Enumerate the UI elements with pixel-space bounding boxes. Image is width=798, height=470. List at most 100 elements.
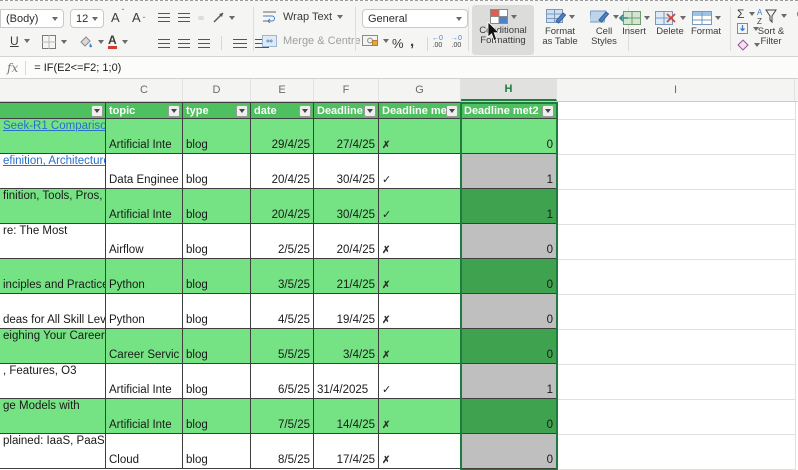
cell[interactable]: 6/5/25 <box>251 364 314 399</box>
table-header-cell[interactable]: topic <box>106 102 183 119</box>
cell[interactable]: Airflow <box>106 224 183 259</box>
align-center-icon[interactable] <box>178 39 190 48</box>
filter-dropdown-button[interactable] <box>236 105 248 117</box>
title-cell[interactable]: Seek-R1 Comparison, <box>0 119 106 154</box>
cell[interactable]: 8/5/25 <box>251 434 314 469</box>
cell[interactable]: 1 <box>461 154 557 189</box>
cell[interactable]: blog <box>183 119 251 154</box>
cell[interactable]: 0 <box>461 329 557 364</box>
align-bottom-button[interactable] <box>198 16 204 20</box>
delete-cells-button[interactable]: Delete <box>650 11 690 37</box>
title-cell[interactable]: , Features, O3 <box>0 364 106 399</box>
cell[interactable]: 2/5/25 <box>251 224 314 259</box>
cell[interactable]: 5/5/25 <box>251 329 314 364</box>
cell[interactable]: 20/4/25 <box>251 189 314 224</box>
cell[interactable]: 0 <box>461 224 557 259</box>
table-header-cell[interactable] <box>0 102 106 119</box>
cell[interactable]: ✗ <box>379 119 461 154</box>
shrink-font-button[interactable]: A ˇ <box>132 10 145 25</box>
title-cell[interactable]: re: The Most <box>0 224 106 259</box>
cell[interactable]: ✗ <box>379 294 461 329</box>
cell[interactable]: ✓ <box>379 364 461 399</box>
filter-dropdown-button[interactable] <box>299 105 311 117</box>
cell[interactable]: ✓ <box>379 154 461 189</box>
filter-dropdown-button[interactable] <box>542 105 554 117</box>
filter-dropdown-button[interactable] <box>91 105 103 117</box>
formula-input[interactable]: = IF(E2<=F2; 1;0) <box>34 62 121 74</box>
align-right-icon[interactable] <box>198 39 210 48</box>
title-cell[interactable]: deas for All Skill Levels <box>0 294 106 329</box>
cell[interactable]: blog <box>183 329 251 364</box>
cell[interactable]: blog <box>183 259 251 294</box>
cell[interactable]: 7/5/25 <box>251 399 314 434</box>
align-left-icon[interactable] <box>158 39 170 48</box>
cell[interactable]: 4/5/25 <box>251 294 314 329</box>
find-select-button[interactable]: F S <box>790 7 798 47</box>
cell[interactable]: 14/4/25 <box>314 399 379 434</box>
cell[interactable]: 1 <box>461 364 557 399</box>
cell[interactable]: Python <box>106 259 183 294</box>
cell[interactable]: blog <box>183 399 251 434</box>
decrease-decimal-button[interactable]: →0 .00 <box>451 35 462 49</box>
wrap-text-button[interactable]: Wrap Text <box>262 10 343 23</box>
cell[interactable]: blog <box>183 189 251 224</box>
table-header-cell[interactable]: Deadline met <box>379 102 461 119</box>
title-cell[interactable]: ge Models with <box>0 399 106 434</box>
table-header-cell[interactable]: Deadline met2 <box>461 102 557 119</box>
cell[interactable]: 31/4/2025 <box>314 364 379 399</box>
format-cells-button[interactable]: Format <box>686 11 726 37</box>
filter-dropdown-button[interactable] <box>168 105 180 117</box>
comma-style-button[interactable]: , <box>410 37 414 47</box>
conditional-formatting-button[interactable]: Conditional Formatting <box>472 5 534 55</box>
title-cell[interactable]: efinition, Architecture, <box>0 154 106 189</box>
borders-button[interactable] <box>42 35 67 49</box>
underline-button[interactable]: U <box>10 34 30 48</box>
cell[interactable]: 3/5/25 <box>251 259 314 294</box>
format-as-table-button[interactable]: Format as Table <box>540 9 580 47</box>
cell[interactable]: ✓ <box>379 189 461 224</box>
font-size-dropdown[interactable]: 12 <box>70 9 104 28</box>
increase-decimal-button[interactable]: ←0 .00 <box>432 35 443 49</box>
column-header-E[interactable]: E <box>251 79 314 101</box>
table-header-cell[interactable]: Deadline <box>314 102 379 119</box>
title-cell[interactable]: eighing Your Career <box>0 329 106 364</box>
cell[interactable]: ✗ <box>379 329 461 364</box>
column-header-F[interactable]: F <box>314 79 379 101</box>
title-cell[interactable]: finition, Tools, Pros, <box>0 189 106 224</box>
accounting-format-button[interactable] <box>362 35 389 46</box>
cell[interactable]: 3/4/25 <box>314 329 379 364</box>
cell[interactable]: 1 <box>461 189 557 224</box>
cell[interactable]: 0 <box>461 294 557 329</box>
cell[interactable]: blog <box>183 154 251 189</box>
column-header-C[interactable]: C <box>106 79 183 101</box>
cell[interactable]: 19/4/25 <box>314 294 379 329</box>
cell[interactable]: Artificial Inte <box>106 364 183 399</box>
cell[interactable]: blog <box>183 434 251 469</box>
cell[interactable]: Artificial Inte <box>106 399 183 434</box>
align-middle-icon[interactable] <box>178 13 190 22</box>
cell[interactable]: Career Servic <box>106 329 183 364</box>
filter-dropdown-button[interactable] <box>446 105 458 117</box>
cell[interactable]: blog <box>183 224 251 259</box>
title-cell[interactable]: inciples and Practices <box>0 259 106 294</box>
percent-style-button[interactable]: % <box>392 36 404 51</box>
grow-font-button[interactable]: A ˆ <box>111 10 124 25</box>
sort-filter-button[interactable]: A Z Sort & Filter <box>752 7 790 47</box>
column-header-G[interactable]: G <box>379 79 461 101</box>
cell[interactable]: ✗ <box>379 399 461 434</box>
formula-bar[interactable]: fx = IF(E2<=F2; 1;0) <box>0 57 798 79</box>
cell[interactable]: 29/4/25 <box>251 119 314 154</box>
cell[interactable]: 0 <box>461 399 557 434</box>
cell[interactable]: 20/4/25 <box>251 154 314 189</box>
font-color-button[interactable]: A <box>108 34 128 49</box>
cell[interactable]: Python <box>106 294 183 329</box>
cell[interactable]: ✗ <box>379 434 461 469</box>
fill-color-button[interactable] <box>78 34 104 49</box>
cell[interactable]: 0 <box>461 434 557 469</box>
table-header-cell[interactable]: type <box>183 102 251 119</box>
cell[interactable]: 0 <box>461 259 557 294</box>
cell[interactable]: ✗ <box>379 259 461 294</box>
align-top-icon[interactable] <box>158 13 170 22</box>
decrease-indent-icon[interactable] <box>233 39 247 48</box>
column-header-D[interactable]: D <box>183 79 251 101</box>
